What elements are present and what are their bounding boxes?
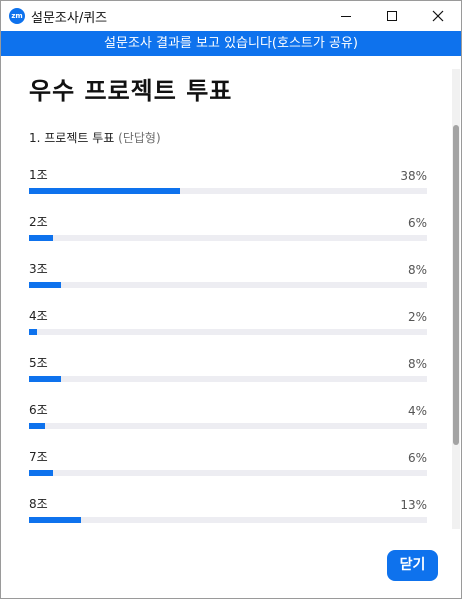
result-percent: 6% <box>407 451 427 465</box>
result-label: 7조 <box>29 450 48 464</box>
result-bar-track <box>29 235 427 241</box>
result-bar-track <box>29 470 427 476</box>
result-bar-fill <box>29 376 61 382</box>
scrollbar-thumb[interactable] <box>453 125 459 445</box>
result-bar-fill <box>29 329 37 335</box>
result-bar-fill <box>29 282 61 288</box>
result-label: 1조 <box>29 168 48 182</box>
result-bar-track <box>29 188 427 194</box>
window-title: 설문조사/퀴즈 <box>31 11 108 26</box>
result-percent: 8% <box>407 357 427 371</box>
result-bar-fill <box>29 188 181 194</box>
result-bar-track <box>29 376 427 382</box>
close-poll-button[interactable]: 닫기 <box>387 550 438 581</box>
result-percent: 4% <box>407 404 427 418</box>
result-bar-track <box>29 423 427 429</box>
maximize-button[interactable] <box>369 1 415 31</box>
poll-title: 우수 프로젝트 투표 <box>29 77 233 105</box>
result-label: 5조 <box>29 356 48 370</box>
sharing-banner: 설문조사 결과를 보고 있습니다(호스트가 공유) <box>1 31 461 56</box>
result-bar-track <box>29 517 427 523</box>
zoom-app-icon: zm <box>9 8 25 24</box>
result-label: 2조 <box>29 215 48 229</box>
result-row: 6조 4% <box>29 401 427 441</box>
result-bar-fill <box>29 423 45 429</box>
result-percent: 2% <box>407 310 427 324</box>
result-bar-fill <box>29 470 53 476</box>
result-bar-track <box>29 282 427 288</box>
result-label: 4조 <box>29 309 48 323</box>
result-percent: 8% <box>407 263 427 277</box>
result-percent: 38% <box>400 169 427 183</box>
scrollbar[interactable] <box>452 69 460 529</box>
result-bar-track <box>29 329 427 335</box>
result-row: 2조 6% <box>29 213 427 253</box>
title-bar: zm 설문조사/퀴즈 <box>1 1 461 31</box>
question-type: (단답형) <box>118 131 161 145</box>
poll-results-panel: 우수 프로젝트 투표 1. 프로젝트 투표 (단답형) 1조 38% 2조 6%… <box>1 56 461 529</box>
result-row: 3조 8% <box>29 260 427 300</box>
question-text: 1. 프로젝트 투표 <box>29 131 115 145</box>
result-row: 1조 38% <box>29 166 427 206</box>
result-row: 8조 13% <box>29 495 427 529</box>
result-label: 6조 <box>29 403 48 417</box>
result-row: 5조 8% <box>29 354 427 394</box>
maximize-icon <box>387 11 397 21</box>
minimize-button[interactable] <box>323 1 369 31</box>
question-heading: 1. 프로젝트 투표 (단답형) <box>29 129 161 146</box>
result-label: 8조 <box>29 497 48 511</box>
minimize-icon <box>341 15 351 17</box>
poll-window: zm 설문조사/퀴즈 설문조사 결과를 보고 있습니다(호스트가 공유) 우수 … <box>0 0 462 599</box>
close-icon <box>432 10 444 22</box>
close-window-button[interactable] <box>415 1 461 31</box>
result-label: 3조 <box>29 262 48 276</box>
result-percent: 13% <box>400 498 427 512</box>
result-bar-fill <box>29 235 53 241</box>
result-row: 7조 6% <box>29 448 427 488</box>
result-percent: 6% <box>407 216 427 230</box>
result-row: 4조 2% <box>29 307 427 347</box>
result-bar-fill <box>29 517 81 523</box>
